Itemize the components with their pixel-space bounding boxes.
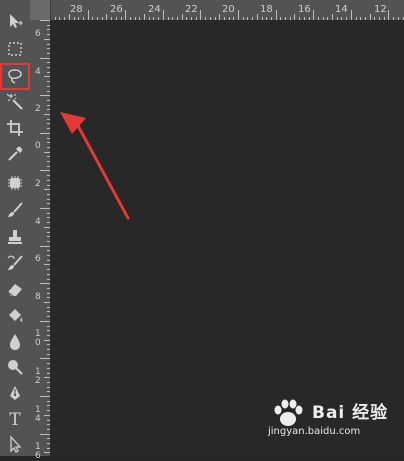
ruler-label: 4 — [35, 67, 41, 77]
watermark-brand: Bai 经验 — [312, 403, 389, 423]
ruler-tick — [313, 10, 315, 20]
ruler-label: 1 6 — [35, 442, 41, 461]
ruler-tick — [87, 10, 89, 20]
ruler-tick — [388, 10, 390, 20]
watermark-url: jingyan.baidu.com — [268, 426, 361, 437]
ruler-tick — [40, 20, 50, 21]
path-selection-tool[interactable] — [3, 434, 27, 454]
healing-icon — [8, 176, 22, 190]
ruler-tick — [350, 10, 352, 20]
pen-icon — [10, 386, 20, 400]
ruler-label: 6 — [35, 254, 41, 264]
ruler-tick — [40, 396, 50, 397]
document-canvas[interactable] — [50, 20, 404, 456]
move-tool[interactable] — [3, 11, 27, 31]
ruler-label: 28 — [70, 4, 83, 15]
move-icon — [10, 14, 23, 28]
ruler-tick — [40, 170, 50, 172]
blur-tool[interactable] — [3, 332, 27, 352]
ruler-label: 2 — [35, 179, 41, 189]
paint-bucket-tool[interactable] — [3, 306, 27, 326]
ruler-tick — [40, 208, 50, 209]
eyedropper-tool[interactable] — [3, 144, 27, 164]
crop-icon — [7, 120, 23, 136]
ruler-label: 20 — [222, 4, 235, 15]
ruler-label: 24 — [148, 4, 161, 15]
ruler-label: 14 — [335, 4, 348, 15]
ruler-label: 12 — [374, 4, 387, 15]
path-select-icon — [10, 435, 22, 453]
eyedropper-icon — [8, 146, 23, 161]
left-ruler: 6 4 2 0 2 4 6 8 1 0 1 2 1 4 1 6 — [30, 20, 51, 461]
ruler-tick — [40, 283, 50, 285]
eraser-icon — [7, 284, 22, 297]
pen-tool[interactable] — [3, 383, 27, 403]
brush-tool[interactable] — [3, 200, 27, 220]
ruler-tick — [40, 57, 50, 59]
ruler-label: 26 — [110, 4, 123, 15]
spot-healing-tool[interactable] — [3, 173, 27, 193]
ruler-tick — [40, 245, 50, 247]
baidu-watermark: Bai 经验 jingyan.baidu.com — [268, 396, 398, 446]
ruler-label: 0 — [35, 141, 41, 151]
ruler-tick — [162, 10, 164, 20]
history-brush-icon — [7, 255, 23, 270]
ruler-tick — [40, 132, 50, 134]
history-brush-tool[interactable] — [3, 253, 27, 273]
ruler-tick — [40, 320, 50, 322]
ruler-tick — [40, 433, 50, 435]
ruler-tick — [238, 10, 239, 20]
ruler-label: 2 — [35, 104, 41, 114]
ruler-label: 1 2 — [35, 367, 41, 386]
drop-icon — [10, 334, 20, 350]
ruler-label: 18 — [260, 4, 273, 15]
ruler-label: 1 4 — [35, 405, 41, 424]
top-ruler: 28 26 24 22 20 18 16 14 12 — [30, 0, 404, 21]
clone-stamp-tool[interactable] — [3, 227, 27, 247]
ruler-tick — [125, 10, 127, 20]
bucket-icon — [9, 309, 23, 322]
ruler-tick — [275, 10, 277, 20]
ruler-label: 1 0 — [35, 329, 41, 348]
dodge-tool[interactable] — [3, 357, 27, 377]
ruler-origin[interactable] — [30, 0, 51, 20]
ruler-label: 8 — [35, 292, 41, 302]
type-tool[interactable]: T — [3, 410, 27, 430]
crop-tool[interactable] — [3, 118, 27, 138]
ruler-tick — [40, 95, 50, 97]
marquee-icon — [8, 42, 22, 56]
magic-wand-tool[interactable] — [3, 92, 27, 112]
stamp-icon — [8, 230, 22, 244]
eraser-tool[interactable] — [3, 279, 27, 299]
rectangular-marquee-tool[interactable] — [3, 39, 27, 59]
magic-wand-icon — [6, 93, 23, 110]
type-icon: T — [9, 410, 21, 430]
ruler-label: 6 — [35, 29, 41, 39]
ruler-label: 16 — [298, 4, 311, 15]
brush-icon — [8, 202, 23, 217]
ruler-tick — [40, 358, 50, 360]
selected-tool-highlight — [0, 63, 30, 90]
ruler-label: 4 — [35, 217, 41, 227]
ruler-tick — [200, 10, 202, 20]
paw-icon — [274, 399, 303, 426]
ruler-label: 22 — [185, 4, 198, 15]
dodge-icon — [8, 360, 23, 375]
